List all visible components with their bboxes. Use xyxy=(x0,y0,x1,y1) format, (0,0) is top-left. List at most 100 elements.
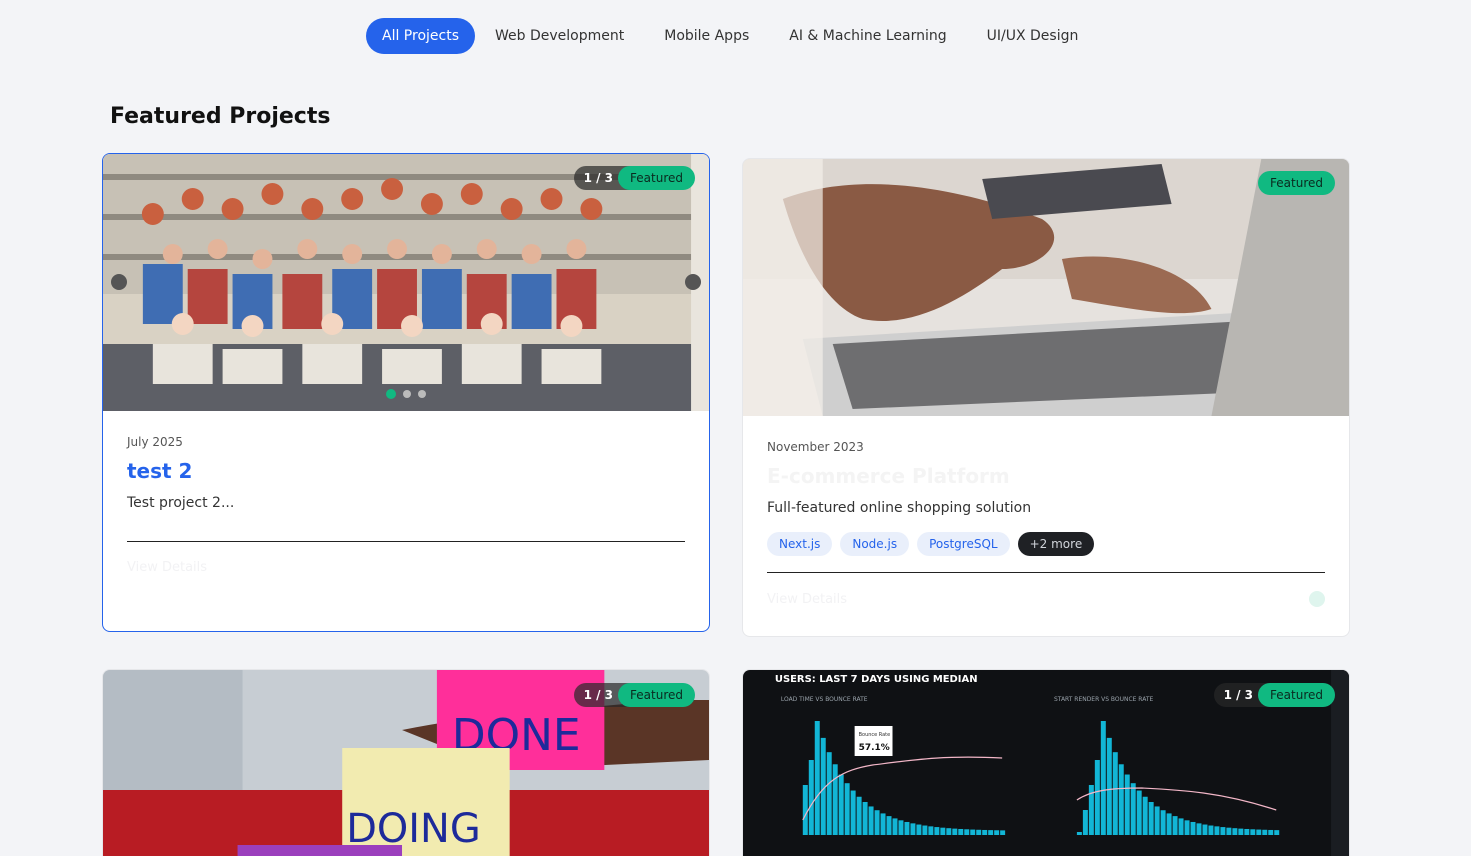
project-card[interactable]: USERS: LAST 7 DAYS USING MEDIAN LOAD TIM… xyxy=(742,669,1350,856)
histogram-bar xyxy=(874,810,880,835)
histogram-bar xyxy=(868,806,874,835)
project-image-carousel[interactable]: USERS: LAST 7 DAYS USING MEDIAN LOAD TIM… xyxy=(743,670,1349,856)
panel-left-title: LOAD TIME VS BOUNCE RATE xyxy=(781,696,868,703)
histogram-bar xyxy=(844,783,850,835)
arrow-icon[interactable] xyxy=(1309,591,1325,607)
panel-right-title: START RENDER VS BOUNCE RATE xyxy=(1054,696,1153,703)
histogram-bar xyxy=(1220,827,1226,835)
histogram-bar xyxy=(952,828,958,835)
histogram-bar xyxy=(1000,830,1006,835)
project-image-carousel[interactable]: 1 / 3 Featured xyxy=(103,154,709,411)
histogram-bar xyxy=(1238,828,1244,835)
histogram-bar xyxy=(970,829,976,835)
histogram-bar xyxy=(1172,816,1178,835)
project-card[interactable]: Featured November 2023 E-commerce Platfo… xyxy=(742,158,1350,637)
featured-badge: Featured xyxy=(1258,171,1335,195)
tooltip-label: Bounce Rate xyxy=(859,732,891,738)
tab-ui-ux-design[interactable]: UI/UX Design xyxy=(967,18,1099,54)
tooltip-value: 57.1% xyxy=(859,743,890,753)
featured-badge: Featured xyxy=(618,166,695,190)
histogram-bar xyxy=(1262,829,1268,835)
project-image: Featured xyxy=(743,159,1349,416)
carousel-prev-button[interactable] xyxy=(111,274,127,290)
tech-tags: Next.js Node.js PostgreSQL +2 more xyxy=(767,532,1325,556)
histogram-bar xyxy=(982,829,988,835)
histogram-bar xyxy=(1232,828,1238,835)
histogram-bar xyxy=(1100,721,1106,835)
project-card[interactable]: DONE DOING 1 / 3 Featured xyxy=(102,669,710,856)
histogram-bar xyxy=(1166,813,1172,835)
histogram-bar xyxy=(802,785,808,835)
histogram-bar xyxy=(832,764,838,835)
featured-badge: Featured xyxy=(1258,683,1335,707)
view-details-link[interactable]: View Details xyxy=(127,560,207,575)
histogram-bar xyxy=(1124,774,1130,835)
histogram-bar xyxy=(1202,824,1208,835)
project-image-carousel[interactable]: DONE DOING 1 / 3 Featured xyxy=(103,670,709,856)
project-date: July 2025 xyxy=(127,435,183,449)
tab-mobile-apps[interactable]: Mobile Apps xyxy=(644,18,769,54)
histogram-bar xyxy=(1274,830,1280,835)
histogram-bar xyxy=(946,828,952,835)
histogram-bar xyxy=(964,829,970,835)
histogram-bar xyxy=(1136,790,1142,835)
carousel-dot[interactable] xyxy=(418,390,426,398)
histogram-bar xyxy=(1082,810,1088,835)
histogram-bar xyxy=(1244,828,1250,835)
histogram-bar xyxy=(1154,806,1160,835)
carousel-dot[interactable] xyxy=(386,389,396,399)
project-title[interactable]: test 2 xyxy=(127,459,685,483)
histogram-bar xyxy=(1160,810,1166,835)
histogram-bar xyxy=(892,818,898,835)
histogram-bar xyxy=(1106,737,1112,835)
project-date: November 2023 xyxy=(767,440,864,454)
carousel-next-button[interactable] xyxy=(685,274,701,290)
divider xyxy=(767,572,1325,573)
histogram-bar xyxy=(1148,802,1154,835)
histogram-bar xyxy=(994,830,1000,835)
histogram-bar xyxy=(1256,829,1262,835)
featured-badge: Featured xyxy=(618,683,695,707)
section-title: Featured Projects xyxy=(110,104,331,129)
histogram-bar xyxy=(1214,826,1220,835)
histogram-bar xyxy=(1142,796,1148,835)
project-description: Test project 2... xyxy=(127,495,235,511)
project-card[interactable]: 1 / 3 Featured July 2025 test 2 Test pro… xyxy=(102,153,710,632)
histogram-bar xyxy=(808,760,814,835)
histogram-bar xyxy=(1118,764,1124,835)
histogram-bar xyxy=(1112,752,1118,835)
histogram-bar xyxy=(838,774,844,835)
class-photo-image xyxy=(103,154,709,411)
histogram-bar xyxy=(1178,818,1184,835)
histogram-bar xyxy=(1076,832,1082,835)
histogram-bar xyxy=(826,752,832,835)
histogram-bar xyxy=(1226,827,1232,835)
histogram-bar xyxy=(850,790,856,835)
histogram-bar xyxy=(1268,829,1274,835)
histogram-bar xyxy=(922,825,928,835)
histogram-bar xyxy=(976,829,982,835)
more-tags-badge[interactable]: +2 more xyxy=(1017,532,1095,556)
tab-all-projects[interactable]: All Projects xyxy=(366,18,475,54)
histogram-bar xyxy=(958,828,964,835)
project-title[interactable]: E-commerce Platform xyxy=(767,464,1325,488)
histogram-bar xyxy=(1196,823,1202,835)
dashboard-title-text: USERS: LAST 7 DAYS USING MEDIAN xyxy=(775,674,978,685)
tech-tag: Next.js xyxy=(767,532,833,556)
histogram-bar xyxy=(928,826,934,835)
tech-tag: PostgreSQL xyxy=(917,532,1010,556)
histogram-bar xyxy=(1208,825,1214,835)
histogram-bar xyxy=(910,823,916,835)
tab-ai-machine-learning[interactable]: AI & Machine Learning xyxy=(769,18,966,54)
divider xyxy=(127,541,685,542)
view-details-link[interactable]: View Details xyxy=(767,592,847,607)
carousel-dot[interactable] xyxy=(403,390,411,398)
histogram-bar xyxy=(940,827,946,835)
histogram-bar xyxy=(856,796,862,835)
histogram-bar xyxy=(880,813,886,835)
histogram-bar xyxy=(1250,829,1256,835)
tab-web-development[interactable]: Web Development xyxy=(475,18,644,54)
tech-tag: Node.js xyxy=(840,532,910,556)
histogram-bar xyxy=(1184,820,1190,835)
histogram-bar xyxy=(814,721,820,835)
